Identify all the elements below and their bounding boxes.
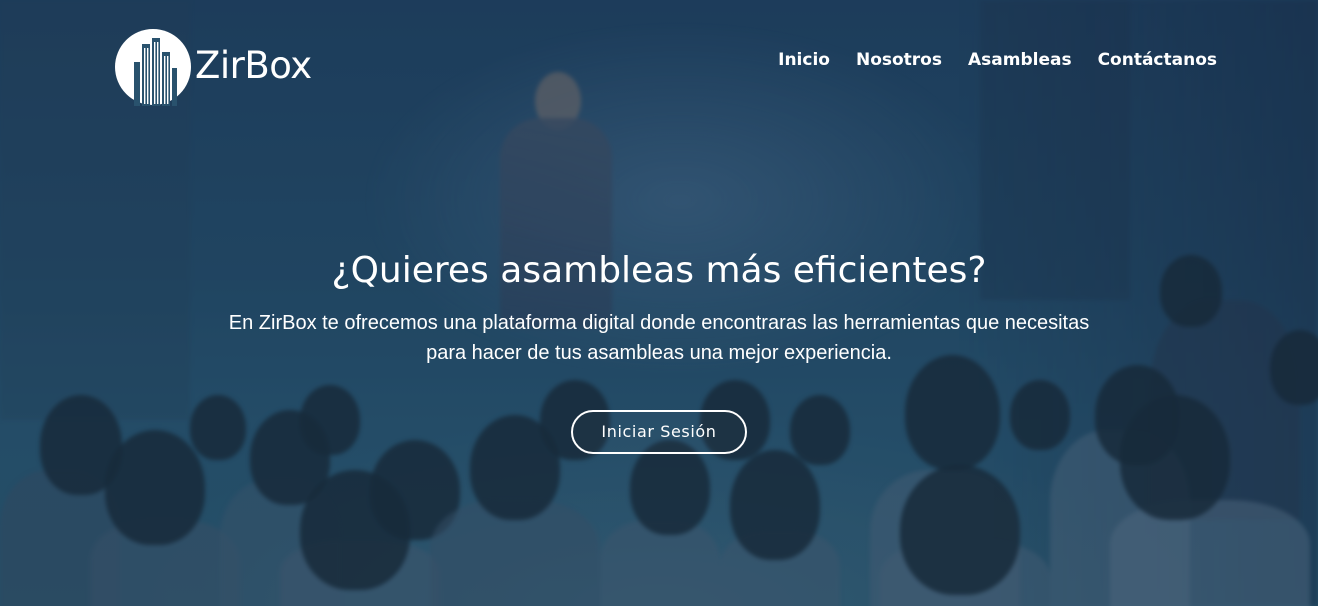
brand-name: ZirBox xyxy=(195,43,312,87)
nav-inicio[interactable]: Inicio xyxy=(778,50,830,70)
hero-title: ¿Quieres asambleas más eficientes? xyxy=(331,250,987,291)
site-header: ZirBox Inicio Nosotros Asambleas Contáct… xyxy=(0,0,1318,120)
nav-asambleas[interactable]: Asambleas xyxy=(968,50,1072,70)
hero-section: ZirBox Inicio Nosotros Asambleas Contáct… xyxy=(0,0,1318,606)
brand-logo[interactable]: ZirBox xyxy=(114,28,312,106)
main-navigation: Inicio Nosotros Asambleas Contáctanos xyxy=(778,50,1217,70)
city-buildings-circle-icon xyxy=(115,29,191,106)
hero-subtitle: En ZirBox te ofrecemos una plataforma di… xyxy=(189,308,1129,368)
nav-contactanos[interactable]: Contáctanos xyxy=(1098,50,1217,70)
hero-content: ¿Quieres asambleas más eficientes? En Zi… xyxy=(0,244,1318,454)
nav-nosotros[interactable]: Nosotros xyxy=(856,50,942,70)
hero-subtitle-line-2: para hacer de tus asambleas una mejor ex… xyxy=(426,342,892,364)
login-button[interactable]: Iniciar Sesión xyxy=(571,410,747,454)
hero-subtitle-line-1: En ZirBox te ofrecemos una plataforma di… xyxy=(228,312,1090,334)
